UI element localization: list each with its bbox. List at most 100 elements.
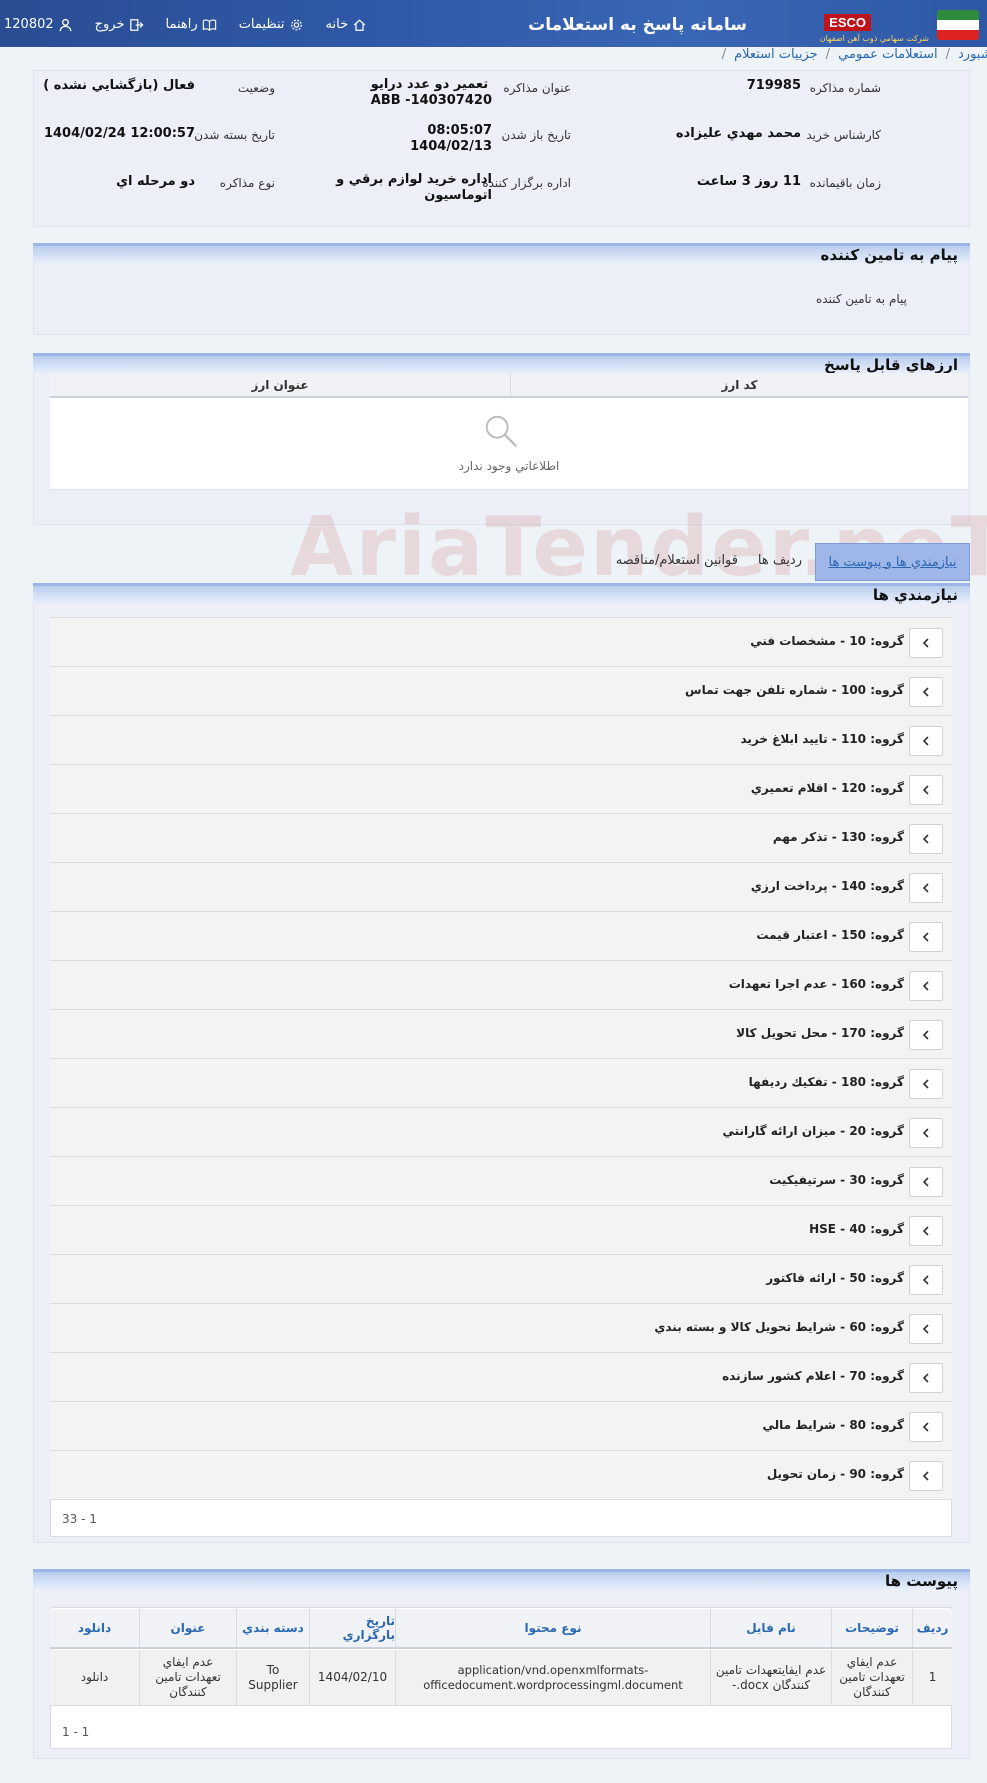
col-currency-code: كد ارز	[510, 373, 968, 396]
tab-rules[interactable]: قوانين استعلام/مناقصه	[606, 553, 748, 568]
row-index: 1	[912, 1650, 952, 1705]
org-label: اداره برگزار كننده	[482, 176, 571, 190]
expand-button[interactable]	[909, 1167, 943, 1197]
chevron-left-icon	[922, 932, 929, 942]
expand-button[interactable]	[909, 775, 943, 805]
list-item[interactable]: گروه: 80 - شرايط مالي	[50, 1402, 952, 1451]
list-item[interactable]: گروه: 40 - HSE	[50, 1206, 952, 1255]
list-item[interactable]: گروه: 110 - تاييد ابلاغ خريد	[50, 716, 952, 765]
col-upload-date[interactable]: تاريخ بارگزاري	[309, 1609, 395, 1647]
currencies-table-head: كد ارز عنوان ارز	[50, 373, 968, 398]
expand-button[interactable]	[909, 628, 943, 658]
tab-rules-label: قوانين استعلام/مناقصه	[615, 553, 738, 568]
breadcrumb-public-inquiries[interactable]: استعلامات عمومي	[838, 47, 938, 62]
group-label: گروه: 80 - شرايط مالي	[762, 1418, 904, 1432]
group-label: گروه: 160 - عدم اجرا تعهدات	[728, 977, 904, 991]
tab-rows[interactable]: رديف ها	[748, 553, 812, 568]
list-item[interactable]: گروه: 140 - پرداخت ارزي	[50, 863, 952, 912]
expand-button[interactable]	[909, 873, 943, 903]
expand-button[interactable]	[909, 1461, 943, 1491]
tabs-bar: نيازمندي ها و پيوست ها رديف ها قوانين اس…	[33, 543, 970, 581]
col-category[interactable]: دسته بندي	[236, 1609, 309, 1647]
breadcrumb: داشبورد/استعلامات عمومي/جزييات استعلام/	[0, 47, 987, 69]
expand-button[interactable]	[909, 1265, 943, 1295]
list-item[interactable]: گروه: 100 - شماره تلفن جهت تماس	[50, 667, 952, 716]
tab-requirements-label: نيازمندي ها و پيوست ها	[828, 554, 957, 570]
col-content-type[interactable]: نوع محتوا	[395, 1609, 710, 1647]
list-item[interactable]: گروه: 120 - اقلام تعميري	[50, 765, 952, 814]
type-value: دو مرحله اي	[116, 174, 195, 189]
expand-button[interactable]	[909, 1314, 943, 1344]
row-content-type: application/vnd.openxmlformats-officedoc…	[395, 1650, 710, 1705]
buyer-value: محمد مهدي عليزاده	[675, 126, 801, 141]
expand-button[interactable]	[909, 1118, 943, 1148]
expand-button[interactable]	[909, 1412, 943, 1442]
home-link[interactable]: خانه	[326, 17, 368, 32]
user-id: 120802	[4, 17, 54, 32]
list-item[interactable]: گروه: 60 - شرايط تحويل كالا و بسته بندي	[50, 1304, 952, 1353]
help-label: راهنما	[165, 17, 198, 32]
group-label: گروه: 170 - محل تحويل كالا	[736, 1026, 904, 1040]
list-item[interactable]: گروه: 180 - تفكيك رديفها	[50, 1059, 952, 1108]
currencies-title: ارزهاي قابل پاسخ	[33, 353, 970, 374]
expand-button[interactable]	[909, 922, 943, 952]
col-currency-title: عنوان ارز	[251, 377, 309, 392]
list-item[interactable]: گروه: 90 - زمان تحويل	[50, 1451, 952, 1500]
home-label: خانه	[325, 17, 349, 32]
expand-button[interactable]	[909, 1069, 943, 1099]
list-item[interactable]: گروه: 170 - محل تحويل كالا	[50, 1010, 952, 1059]
chevron-left-icon	[922, 1422, 929, 1432]
download-link[interactable]: دانلود	[50, 1650, 139, 1705]
user-icon	[59, 18, 72, 31]
col-desc[interactable]: توضيحات	[831, 1609, 912, 1647]
expand-button[interactable]	[909, 726, 943, 756]
col-download[interactable]: دانلود	[50, 1609, 139, 1647]
chevron-left-icon	[922, 687, 929, 697]
list-item[interactable]: گروه: 50 - ارائه فاكتور	[50, 1255, 952, 1304]
expand-button[interactable]	[909, 1363, 943, 1393]
chevron-left-icon	[922, 1079, 929, 1089]
supplier-message-title: پيام به تامين كننده	[33, 243, 970, 264]
group-label: گروه: 180 - تفكيك رديفها	[748, 1075, 904, 1089]
gear-icon	[290, 19, 302, 30]
logout-label: خروج	[94, 17, 125, 32]
chevron-left-icon	[922, 1471, 929, 1481]
chevron-left-icon	[922, 1030, 929, 1040]
expand-button[interactable]	[909, 677, 943, 707]
close-date: 1404/02/24 12:00:57	[43, 126, 195, 141]
list-item[interactable]: گروه: 70 - اعلام كشور سازنده	[50, 1353, 952, 1402]
group-label: گروه: 60 - شرايط تحويل كالا و بسته بندي	[654, 1320, 904, 1334]
chevron-left-icon	[922, 981, 929, 991]
expand-button[interactable]	[909, 971, 943, 1001]
group-label: گروه: 20 - ميزان ارائه گارانتي	[722, 1124, 904, 1138]
expand-button[interactable]	[909, 1216, 943, 1246]
list-item[interactable]: گروه: 160 - عدم اجرا تعهدات	[50, 961, 952, 1010]
logout-link[interactable]: خروج	[95, 17, 144, 32]
list-item[interactable]: گروه: 130 - تذكر مهم	[50, 814, 952, 863]
top-nav: 120802 خروج راهنما تنظيمات خانه	[4, 17, 389, 32]
list-item[interactable]: گروه: 30 - سرتيفيكيت	[50, 1157, 952, 1206]
app-title: سامانه پاسخ به استعلامات	[528, 15, 747, 35]
col-title[interactable]: عنوان	[139, 1609, 236, 1647]
attachments-pager: 1 - 1	[62, 1725, 90, 1739]
chevron-left-icon	[922, 1177, 929, 1187]
breadcrumb-inquiry-details[interactable]: جزييات استعلام	[734, 47, 818, 62]
expand-button[interactable]	[909, 1020, 943, 1050]
breadcrumb-dashboard[interactable]: داشبورد	[958, 47, 987, 62]
group-label: گروه: 130 - تذكر مهم	[772, 830, 904, 844]
settings-link[interactable]: تنظيمات	[239, 17, 304, 32]
col-filename[interactable]: نام فايل	[710, 1609, 831, 1647]
chevron-left-icon	[922, 883, 929, 893]
currencies-empty-area: اطلاعاتي وجود ندارد	[50, 398, 968, 490]
list-item[interactable]: گروه: 10 - مشخصات فني	[50, 618, 952, 667]
tab-requirements-attachments[interactable]: نيازمندي ها و پيوست ها	[815, 543, 970, 581]
help-link[interactable]: راهنما	[166, 17, 217, 32]
user-menu[interactable]: 120802	[4, 17, 73, 32]
list-item[interactable]: گروه: 150 - اعتبار قيمت	[50, 912, 952, 961]
expand-button[interactable]	[909, 824, 943, 854]
logo-subtitle: شركت سهامي ذوب آهن اصفهان	[819, 34, 929, 43]
list-item[interactable]: گروه: 20 - ميزان ارائه گارانتي	[50, 1108, 952, 1157]
group-label: گروه: 40 - HSE	[809, 1222, 904, 1236]
row-filename: عدم ايفايتعهدات تامين كنندگان docx.-	[710, 1650, 831, 1705]
col-index[interactable]: رديف	[912, 1609, 952, 1647]
